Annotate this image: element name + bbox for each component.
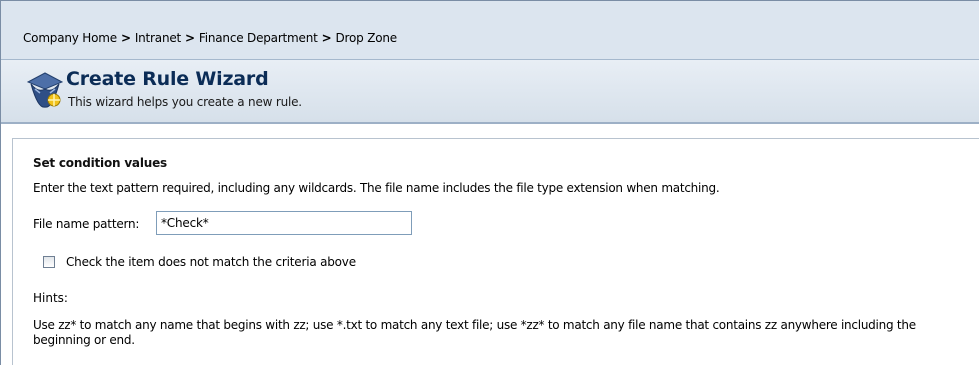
breadcrumb-separator: > (321, 31, 332, 45)
file-name-pattern-label: File name pattern: (33, 217, 140, 231)
breadcrumb-separator: > (120, 31, 131, 45)
breadcrumb-item-drop-zone[interactable]: Drop Zone (336, 31, 398, 45)
not-match-checkbox-label[interactable]: Check the item does not match the criter… (66, 255, 356, 269)
wizard-icon (26, 72, 64, 108)
instructions-text: Enter the text pattern required, includi… (33, 181, 720, 195)
section-title: Set condition values (33, 156, 167, 170)
breadcrumb-separator: > (185, 31, 195, 45)
page-subtitle: This wizard helps you create a new rule. (68, 95, 302, 109)
breadcrumb-item-intranet[interactable]: Intranet (135, 31, 181, 45)
breadcrumb-item-company-home[interactable]: Company Home (23, 31, 117, 45)
breadcrumb: Company Home > Intranet > Finance Department… (23, 31, 397, 45)
breadcrumb-item-finance-department[interactable]: Finance Department (199, 31, 318, 45)
not-match-checkbox[interactable] (43, 256, 55, 268)
hints-text: Use zz* to match any name that begins wi… (33, 318, 916, 347)
page-title: Create Rule Wizard (66, 68, 269, 90)
file-name-pattern-input[interactable] (156, 211, 412, 235)
hints-label: Hints: (33, 291, 68, 305)
